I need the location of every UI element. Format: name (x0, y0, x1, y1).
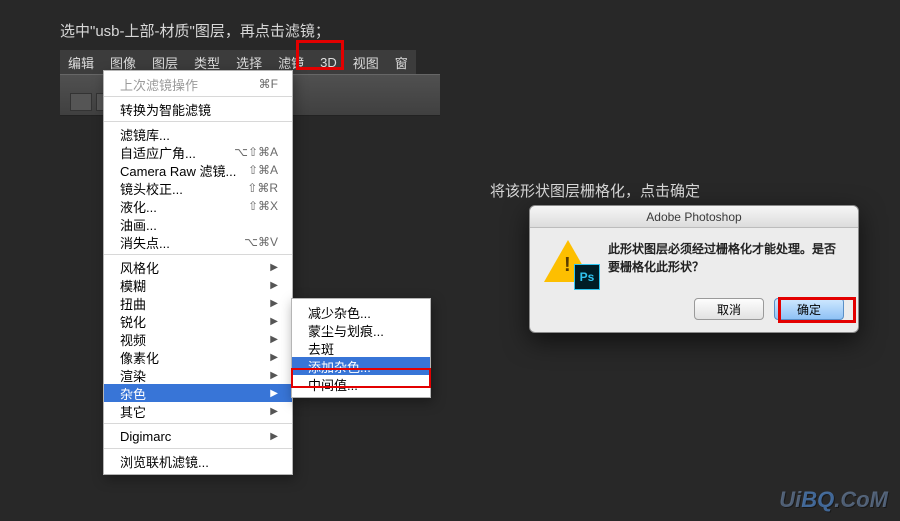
separator (104, 423, 292, 424)
menu-select[interactable]: 选择 (228, 53, 270, 72)
toolbar-icon[interactable] (70, 93, 92, 111)
chevron-right-icon: ▶ (270, 262, 278, 273)
instruction-step1: 选中"usb-上部-材质"图层，再点击滤镜； (60, 20, 330, 41)
noise-dust-scratches[interactable]: 蒙尘与划痕... (292, 321, 430, 339)
filter-camera-raw[interactable]: Camera Raw 滤镜...⇧⌘A (104, 161, 292, 179)
filter-vanishing-point[interactable]: 消失点...⌥⌘V (104, 233, 292, 251)
cancel-button[interactable]: 取消 (694, 298, 764, 320)
dialog-title: Adobe Photoshop (530, 206, 858, 228)
filter-adaptive-wide-angle[interactable]: 自适应广角...⌥⇧⌘A (104, 143, 292, 161)
highlight-filter-menu (296, 40, 344, 70)
chevron-right-icon: ▶ (270, 406, 278, 417)
filter-pixelate[interactable]: 像素化▶ (104, 348, 292, 366)
menu-image[interactable]: 图像 (102, 53, 144, 72)
filter-other[interactable]: 其它▶ (104, 402, 292, 420)
dialog-message: 此形状图层必须经过栅格化才能处理。是否要栅格化此形状？ (608, 240, 844, 288)
filter-digimarc[interactable]: Digimarc▶ (104, 427, 292, 445)
chevron-right-icon: ▶ (270, 370, 278, 381)
chevron-right-icon: ▶ (270, 431, 278, 442)
chevron-right-icon: ▶ (270, 280, 278, 291)
filter-liquify[interactable]: 液化...⇧⌘X (104, 197, 292, 215)
filter-lens-correction[interactable]: 镜头校正...⇧⌘R (104, 179, 292, 197)
watermark: UiBQ.CoM (779, 487, 888, 513)
filter-dropdown: 上次滤镜操作⌘F 转换为智能滤镜 滤镜库... 自适应广角...⌥⇧⌘A Cam… (103, 70, 293, 475)
menu-type[interactable]: 类型 (186, 53, 228, 72)
filter-browse-online[interactable]: 浏览联机滤镜... (104, 452, 292, 470)
chevron-right-icon: ▶ (270, 352, 278, 363)
chevron-right-icon: ▶ (270, 388, 278, 399)
filter-sharpen[interactable]: 锐化▶ (104, 312, 292, 330)
filter-last-operation: 上次滤镜操作⌘F (104, 75, 292, 93)
separator (104, 254, 292, 255)
filter-render[interactable]: 渲染▶ (104, 366, 292, 384)
filter-blur[interactable]: 模糊▶ (104, 276, 292, 294)
menu-window[interactable]: 窗 (387, 53, 416, 72)
menu-view[interactable]: 视图 (345, 53, 387, 72)
chevron-right-icon: ▶ (270, 334, 278, 345)
highlight-ok-button (778, 297, 856, 323)
filter-stylize[interactable]: 风格化▶ (104, 258, 292, 276)
menu-layer[interactable]: 图层 (144, 53, 186, 72)
filter-smart[interactable]: 转换为智能滤镜 (104, 100, 292, 118)
chevron-right-icon: ▶ (270, 316, 278, 327)
separator (104, 96, 292, 97)
filter-oil-paint[interactable]: 油画... (104, 215, 292, 233)
warning-icon: ! Ps (544, 240, 598, 288)
noise-despeckle[interactable]: 去斑 (292, 339, 430, 357)
chevron-right-icon: ▶ (270, 298, 278, 309)
filter-noise[interactable]: 杂色▶ (104, 384, 292, 402)
highlight-add-noise (291, 368, 431, 388)
instruction-step2: 将该形状图层栅格化，点击确定 (490, 180, 700, 201)
noise-reduce[interactable]: 减少杂色... (292, 303, 430, 321)
photoshop-badge-icon: Ps (574, 264, 600, 290)
menu-edit[interactable]: 编辑 (60, 53, 102, 72)
filter-distort[interactable]: 扭曲▶ (104, 294, 292, 312)
filter-gallery[interactable]: 滤镜库... (104, 125, 292, 143)
separator (104, 121, 292, 122)
filter-video[interactable]: 视频▶ (104, 330, 292, 348)
separator (104, 448, 292, 449)
